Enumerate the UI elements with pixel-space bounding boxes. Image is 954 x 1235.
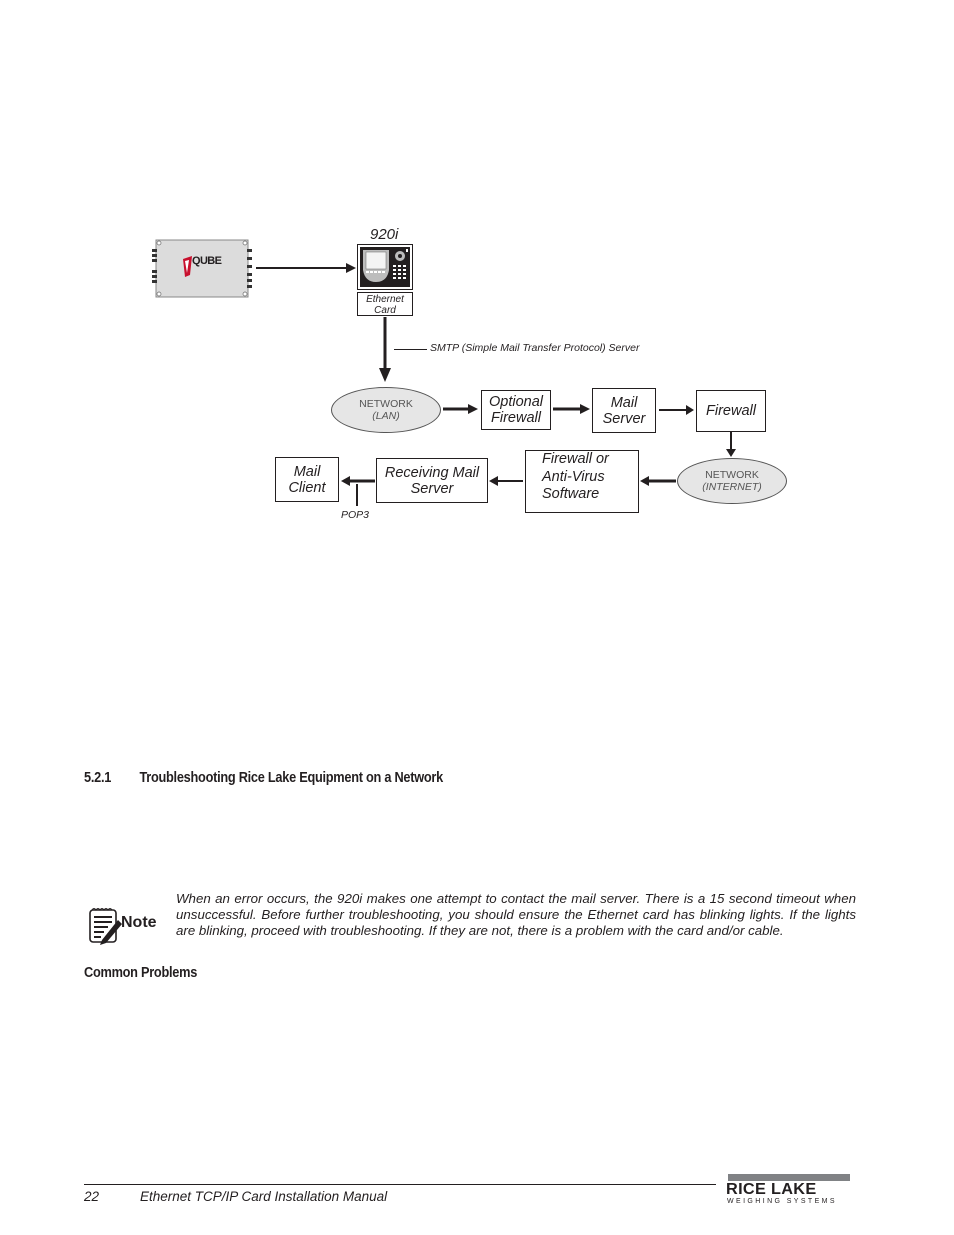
section-heading: 5.2.1 Troubleshooting Rice Lake Equipment… bbox=[84, 770, 443, 786]
pop3-leader bbox=[356, 484, 358, 506]
ethernet-card-label-line2: Card bbox=[374, 305, 396, 316]
logo-sub-text: WEIGHING SYSTEMS bbox=[727, 1198, 837, 1205]
network-internet-sub: (INTERNET) bbox=[702, 481, 762, 493]
optional-firewall-line2: Firewall bbox=[491, 410, 541, 426]
note-text: When an error occurs, the 920i makes one… bbox=[176, 891, 856, 938]
section-number: 5.2.1 bbox=[84, 770, 112, 786]
arrow-iqube-to-920i bbox=[256, 263, 356, 273]
arrow-receiving-server-to-mail-client bbox=[341, 476, 375, 486]
subsection-heading: Common Problems bbox=[84, 965, 198, 981]
arrow-optional-firewall-to-mail-server bbox=[553, 404, 590, 414]
arrow-firewall-antivirus-to-receiving-server bbox=[489, 476, 523, 486]
smtp-label-leader bbox=[394, 349, 427, 350]
mail-client-line2: Client bbox=[288, 479, 326, 496]
notepad-pencil-icon bbox=[89, 908, 122, 945]
iqube-logo-qube: QUBE bbox=[192, 255, 222, 267]
optional-firewall-line1: Optional bbox=[488, 394, 543, 410]
arrow-card-to-lan bbox=[379, 317, 391, 382]
section-title: Troubleshooting Rice Lake Equipment on a… bbox=[139, 770, 443, 786]
note-icon: Note bbox=[88, 906, 160, 946]
mail-server-box: Mail Server bbox=[592, 388, 656, 433]
indicator-920i-device bbox=[357, 244, 413, 290]
firewall-antivirus-line3: Software bbox=[542, 486, 600, 502]
rice-lake-logo: RICE LAKE WEIGHING SYSTEMS bbox=[726, 1174, 852, 1208]
note-icon-label: Note bbox=[121, 914, 157, 931]
footer-rule bbox=[84, 1184, 716, 1185]
optional-firewall-box: Optional Firewall bbox=[481, 390, 551, 430]
mail-client-line1: Mail bbox=[293, 463, 321, 480]
arrow-internet-to-firewall-antivirus bbox=[640, 476, 676, 486]
network-internet-title: NETWORK bbox=[705, 469, 759, 481]
logo-main-text: RICE LAKE bbox=[726, 1181, 817, 1198]
firewall-label: Firewall bbox=[706, 403, 756, 419]
firewall-antivirus-line2: Anti-Virus bbox=[542, 468, 605, 485]
network-lan-sub: (LAN) bbox=[372, 410, 400, 422]
footer-page-number: 22 bbox=[84, 1189, 100, 1204]
firewall-antivirus-line1: Firewall or bbox=[542, 451, 609, 467]
arrow-firewall-to-internet bbox=[726, 432, 736, 457]
logo-bar bbox=[728, 1174, 850, 1181]
mail-client-box: Mail Client bbox=[275, 457, 339, 502]
firewall-antivirus-box: Firewall or Anti-Virus Software bbox=[525, 450, 639, 513]
indicator-920i-icon bbox=[357, 244, 413, 290]
footer-manual-title: Ethernet TCP/IP Card Installation Manual bbox=[140, 1189, 388, 1204]
mail-server-line2: Server bbox=[602, 410, 646, 427]
iqube-device: iQUBE QUBE bbox=[150, 237, 254, 300]
arrow-lan-to-optional-firewall bbox=[443, 404, 478, 414]
firewall-box: Firewall bbox=[696, 390, 766, 432]
network-lan-title: NETWORK bbox=[359, 398, 413, 410]
receiving-mail-server-line2: Server bbox=[410, 480, 454, 497]
arrow-mail-server-to-firewall bbox=[659, 405, 694, 415]
ethernet-card-label-line1: Ethernet bbox=[366, 294, 404, 305]
receiving-mail-server-line1: Receiving Mail bbox=[384, 464, 480, 481]
receiving-mail-server-box: Receiving Mail Server bbox=[376, 458, 488, 503]
iqube-device-icon bbox=[152, 239, 252, 298]
ethernet-card-box: Ethernet Card bbox=[357, 292, 413, 316]
mail-server-line1: Mail bbox=[610, 394, 638, 411]
network-internet-node: NETWORK (INTERNET) bbox=[677, 458, 787, 504]
smtp-label: SMTP (Simple Mail Transfer Protocol) Ser… bbox=[430, 342, 640, 354]
indicator-label: 920i bbox=[370, 226, 399, 243]
pop3-label: POP3 bbox=[341, 509, 370, 521]
network-lan-node: NETWORK (LAN) bbox=[331, 387, 441, 433]
